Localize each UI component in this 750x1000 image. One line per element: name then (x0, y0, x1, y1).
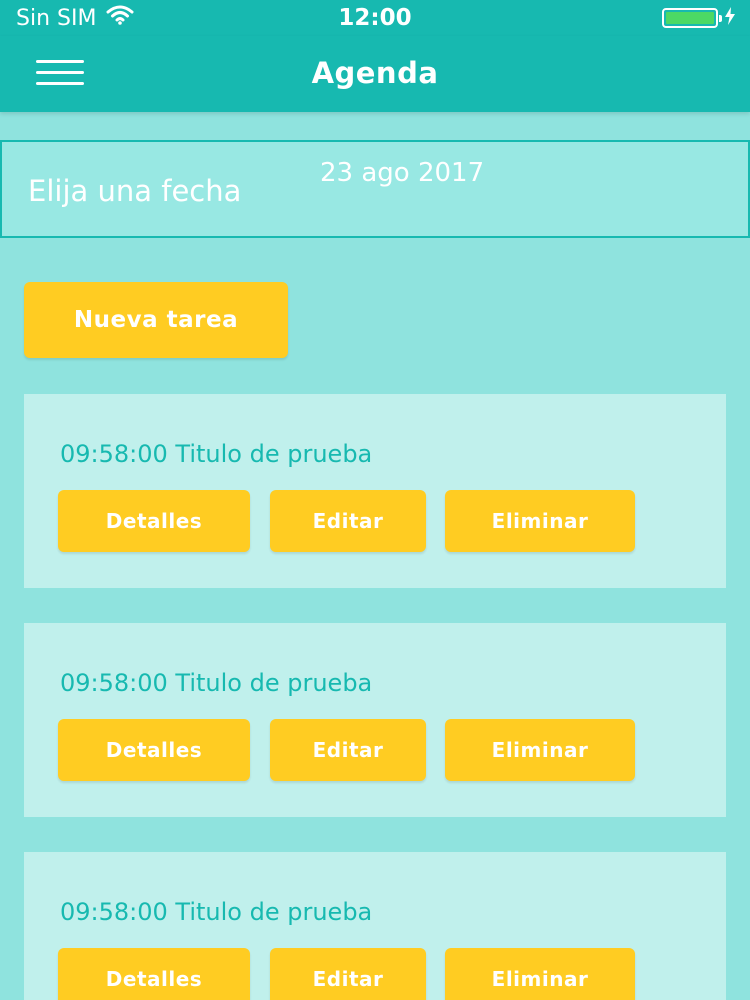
edit-button[interactable]: Editar (270, 719, 426, 781)
details-button[interactable]: Detalles (58, 719, 250, 781)
delete-button[interactable]: Eliminar (445, 719, 635, 781)
date-picker-value[interactable]: 23 ago 2017 (320, 158, 484, 188)
details-button[interactable]: Detalles (58, 490, 250, 552)
details-button[interactable]: Detalles (58, 948, 250, 1000)
carrier-label: Sin SIM (16, 5, 97, 31)
wifi-icon (106, 5, 134, 31)
battery-fill (666, 12, 714, 24)
battery-icon (662, 8, 722, 28)
edit-button[interactable]: Editar (270, 948, 426, 1000)
edit-button[interactable]: Editar (270, 490, 426, 552)
status-bar: Sin SIM 12:00 (0, 0, 750, 36)
status-left: Sin SIM (16, 5, 134, 31)
battery-tip (719, 15, 722, 22)
task-card: 09:58:00 Titulo de prueba Detalles Edita… (24, 852, 726, 1000)
app-header: Agenda (0, 36, 750, 112)
new-task-button[interactable]: Nueva tarea (24, 282, 288, 358)
app-screen: Sin SIM 12:00 Agenda Elija una fecha 23 … (0, 0, 750, 1000)
date-picker-label: Elija una fecha (28, 174, 242, 208)
task-card: 09:58:00 Titulo de prueba Detalles Edita… (24, 394, 726, 588)
lightning-icon (724, 6, 736, 31)
page-title: Agenda (311, 56, 439, 90)
task-title: 09:58:00 Titulo de prueba (60, 440, 373, 468)
task-card: 09:58:00 Titulo de prueba Detalles Edita… (24, 623, 726, 817)
status-right (662, 6, 736, 31)
task-title: 09:58:00 Titulo de prueba (60, 898, 373, 926)
delete-button[interactable]: Eliminar (445, 490, 635, 552)
delete-button[interactable]: Eliminar (445, 948, 635, 1000)
date-picker[interactable]: Elija una fecha 23 ago 2017 (0, 140, 750, 238)
task-title: 09:58:00 Titulo de prueba (60, 669, 373, 697)
